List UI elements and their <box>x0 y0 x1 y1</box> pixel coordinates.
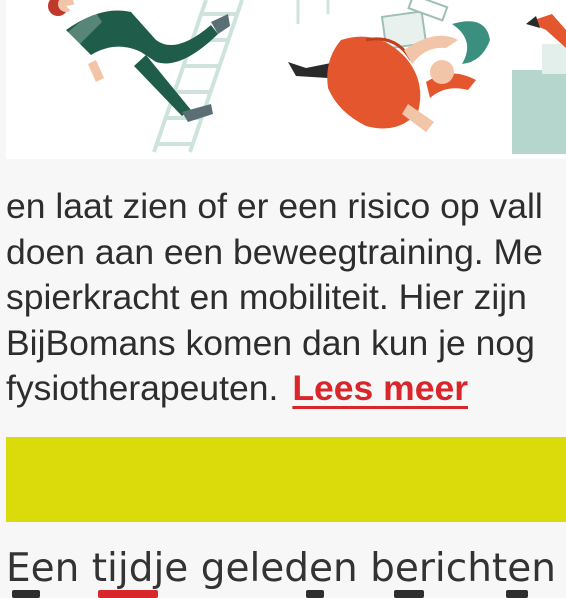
next-section-text: Een tijdje geleden berichten <box>6 546 556 591</box>
article-line: en laat zien of er een risico op vall <box>6 186 543 226</box>
read-more-link[interactable]: Lees meer <box>292 368 468 408</box>
article-paragraph: en laat zien of er een risico op vall do… <box>6 184 566 412</box>
article-line: doen aan een beweegtraining. Me <box>6 231 543 272</box>
falling-man-figure <box>48 0 230 122</box>
article-line: BijBomans komen dan kun je nog <box>6 322 535 363</box>
article-line-text: fysiotherapeuten. <box>6 368 279 408</box>
article-line: spierkracht en mobiliteit. Hier zijn <box>6 277 527 317</box>
steps-shape <box>512 44 566 154</box>
yellow-banner <box>6 437 566 522</box>
person-leg-right <box>526 14 566 48</box>
falling-people-illustration <box>6 0 566 159</box>
illustration-svg <box>48 0 566 154</box>
article-last-line: fysiotherapeuten. Lees meer <box>6 366 566 412</box>
